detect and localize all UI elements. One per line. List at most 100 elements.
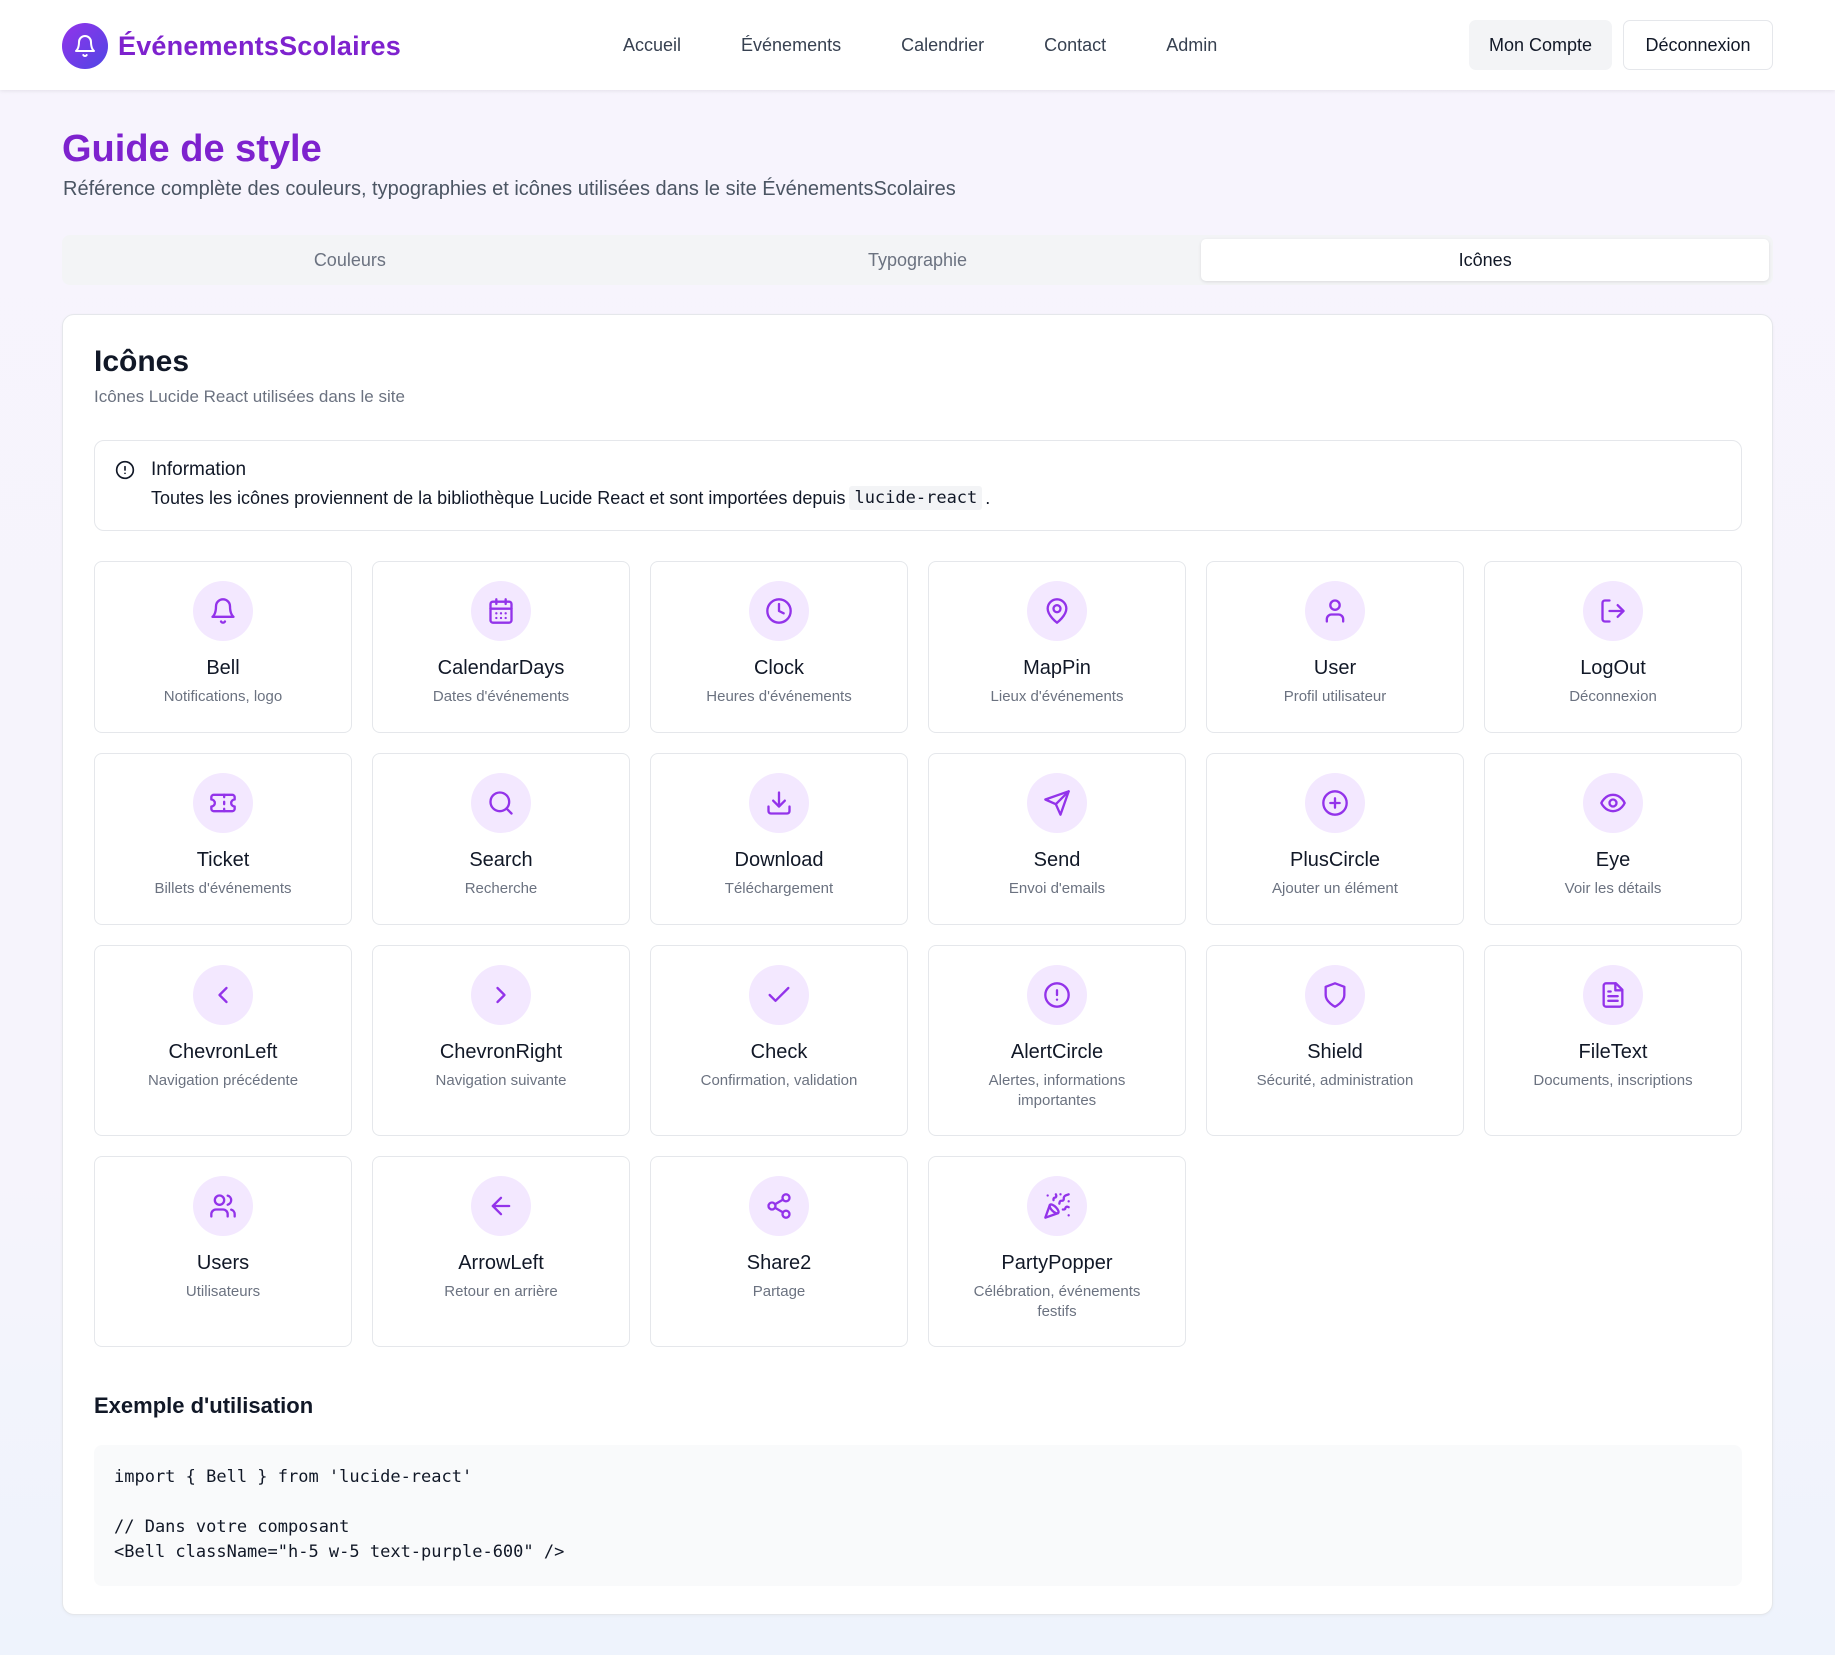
share-icon — [749, 1176, 809, 1236]
icon-name: Bell — [206, 657, 240, 679]
icon-card: Ticket Billets d'événements — [94, 753, 352, 925]
icon-card: User Profil utilisateur — [1206, 561, 1464, 733]
icon-name: AlertCircle — [1010, 1041, 1104, 1063]
page-title: Guide de style — [62, 128, 322, 170]
site-header: ÉvénementsScolaires Accueil Événements C… — [0, 0, 1835, 90]
alert-text: Toutes les icônes proviennent de la bibl… — [151, 487, 846, 508]
icon-description: Déconnexion — [1569, 688, 1657, 705]
bell-icon — [62, 23, 108, 69]
alert-code: lucide-react — [849, 486, 983, 510]
icon-card: Send Envoi d'emails — [928, 753, 1186, 925]
file-text-icon — [1583, 965, 1643, 1025]
shield-icon — [1305, 965, 1365, 1025]
brand-name: ÉvénementsScolaires — [118, 30, 401, 61]
check-icon — [749, 965, 809, 1025]
nav-link-contact[interactable]: Contact — [1044, 35, 1106, 56]
eye-icon — [1583, 773, 1643, 833]
icon-card: Download Téléchargement — [650, 753, 908, 925]
icon-description: Retour en arrière — [444, 1283, 558, 1300]
alert-text-row: Toutes les icônes proviennent de la bibl… — [151, 486, 990, 510]
nav-link-evenements[interactable]: Événements — [741, 35, 841, 56]
icon-card: AlertCircle Alertes, informations importa… — [928, 945, 1186, 1136]
plus-circle-icon — [1305, 773, 1365, 833]
icon-name: MapPin — [1023, 657, 1091, 679]
bell-icon — [193, 581, 253, 641]
nav-link-admin[interactable]: Admin — [1166, 35, 1217, 56]
icon-name: CalendarDays — [437, 657, 565, 679]
download-icon — [749, 773, 809, 833]
chevron-left-icon — [193, 965, 253, 1025]
chevron-right-icon — [471, 965, 531, 1025]
nav-link-calendrier[interactable]: Calendrier — [901, 35, 984, 56]
card-description: Icônes Lucide React utilisées dans le si… — [94, 387, 405, 406]
arrow-left-icon — [471, 1176, 531, 1236]
icon-description: Recherche — [464, 880, 538, 897]
icon-card: ArrowLeft Retour en arrière — [372, 1156, 630, 1347]
icon-name: User — [1313, 657, 1357, 679]
tab-typographie[interactable]: Typographie — [634, 239, 1202, 281]
icon-description: Profil utilisateur — [1283, 688, 1387, 705]
alert-suffix: . — [985, 487, 991, 508]
icon-name: Ticket — [196, 849, 250, 871]
icon-description: Confirmation, validation — [700, 1072, 858, 1089]
icon-description: Sécurité, administration — [1256, 1072, 1414, 1089]
icon-description: Navigation précédente — [147, 1072, 299, 1089]
icon-description: Notifications, logo — [163, 688, 283, 705]
brand[interactable]: ÉvénementsScolaires — [62, 23, 401, 69]
icon-name: Search — [469, 849, 533, 871]
send-icon — [1027, 773, 1087, 833]
icon-description: Téléchargement — [724, 880, 834, 897]
icon-description: Billets d'événements — [154, 880, 292, 897]
icon-card: Clock Heures d'événements — [650, 561, 908, 733]
tab-icones[interactable]: Icônes — [1201, 239, 1770, 281]
icon-name: Download — [734, 849, 824, 871]
alert-title: Information — [151, 459, 247, 480]
icon-name: PartyPopper — [1001, 1252, 1113, 1274]
icon-card: MapPin Lieux d'événements — [928, 561, 1186, 733]
log-out-icon — [1583, 581, 1643, 641]
icon-card: Eye Voir les détails — [1484, 753, 1742, 925]
icon-card: Shield Sécurité, administration — [1206, 945, 1464, 1136]
icon-card: FileText Documents, inscriptions — [1484, 945, 1742, 1136]
icon-name: Send — [1033, 849, 1081, 871]
icon-name: LogOut — [1580, 657, 1646, 679]
icon-card: Bell Notifications, logo — [94, 561, 352, 733]
icon-description: Heures d'événements — [706, 688, 852, 705]
info-alert: Information Toutes les icônes proviennen… — [94, 440, 1742, 531]
icon-card: CalendarDays Dates d'événements — [372, 561, 630, 733]
users-icon — [193, 1176, 253, 1236]
icon-description: Dates d'événements — [432, 688, 570, 705]
icon-name: Shield — [1307, 1041, 1363, 1063]
icon-card: PartyPopper Célébration, événements festi… — [928, 1156, 1186, 1347]
icon-name: PlusCircle — [1289, 849, 1381, 871]
alert-circle-icon — [115, 460, 135, 485]
icon-name: ChevronRight — [439, 1041, 563, 1063]
ticket-icon — [193, 773, 253, 833]
search-icon — [471, 773, 531, 833]
icon-description: Partage — [752, 1283, 806, 1300]
icon-description: Voir les détails — [1564, 880, 1662, 897]
icon-description: Lieux d'événements — [990, 688, 1124, 705]
nav-link-accueil[interactable]: Accueil — [623, 35, 681, 56]
style-guide-tabs: Couleurs Typographie Icônes — [62, 235, 1773, 285]
tab-couleurs[interactable]: Couleurs — [66, 239, 634, 281]
icon-card: ChevronRight Navigation suivante — [372, 945, 630, 1136]
icon-card: Search Recherche — [372, 753, 630, 925]
icon-description: Envoi d'emails — [1008, 880, 1106, 897]
alert-circle-icon — [1027, 965, 1087, 1025]
logout-button[interactable]: Déconnexion — [1623, 20, 1773, 70]
page-subtitle: Référence complète des couleurs, typogra… — [63, 178, 956, 200]
icon-name: Check — [750, 1041, 808, 1063]
icon-description: Navigation suivante — [435, 1072, 567, 1089]
icon-name: Eye — [1595, 849, 1631, 871]
icon-description: Documents, inscriptions — [1533, 1072, 1693, 1089]
user-icon — [1305, 581, 1365, 641]
card-title: Icônes — [94, 345, 190, 378]
icon-description: Ajouter un élément — [1272, 880, 1398, 897]
account-button[interactable]: Mon Compte — [1469, 20, 1612, 70]
icon-name: FileText — [1578, 1041, 1648, 1063]
icon-card: LogOut Déconnexion — [1484, 561, 1742, 733]
icon-description: Utilisateurs — [185, 1283, 261, 1300]
icon-card: Share2 Partage — [650, 1156, 908, 1347]
icon-card: ChevronLeft Navigation précédente — [94, 945, 352, 1136]
